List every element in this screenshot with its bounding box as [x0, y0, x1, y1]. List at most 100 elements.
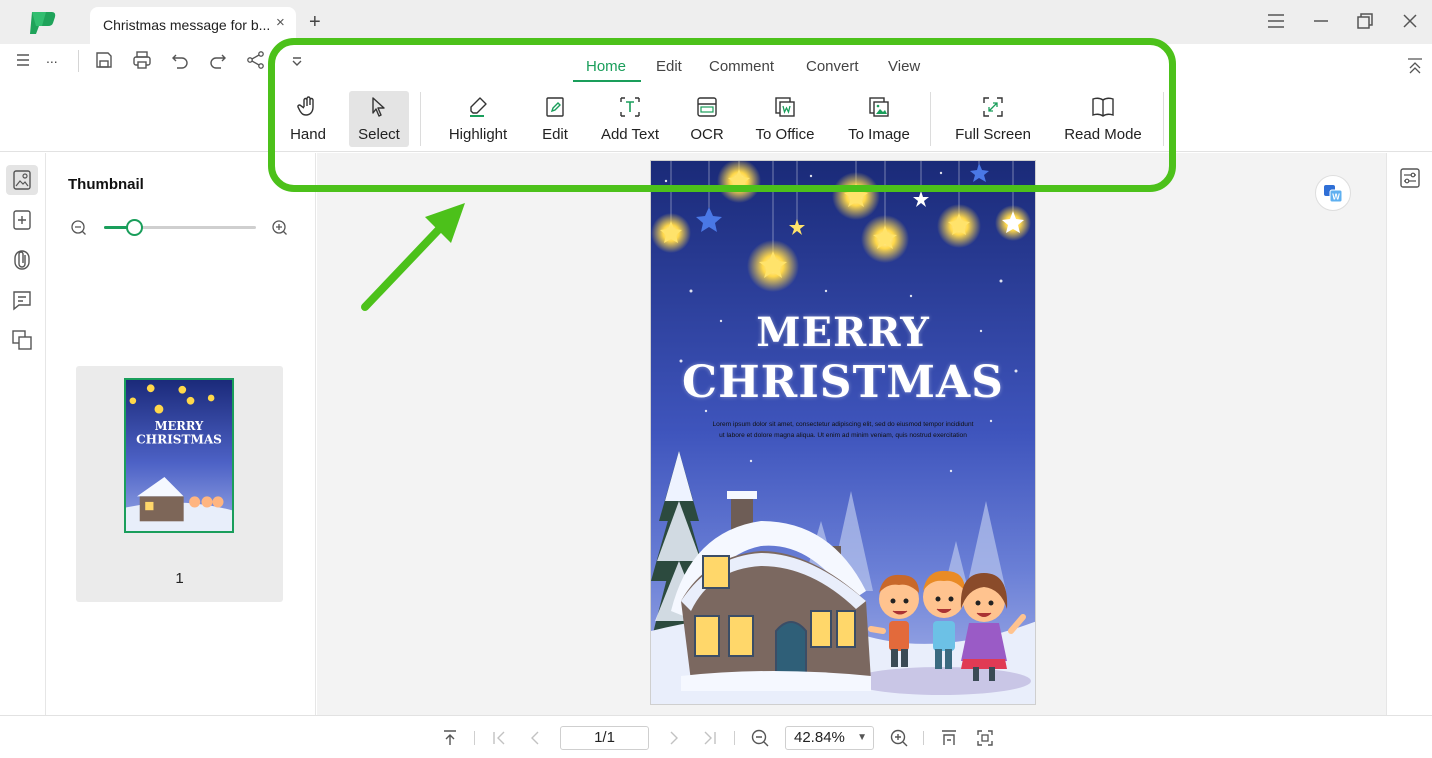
comment-icon[interactable] — [11, 289, 33, 311]
slider-handle[interactable] — [126, 219, 143, 236]
redo-icon[interactable] — [208, 50, 228, 70]
page-body-text: Lorem ipsum dolor sit amet, consectetur … — [712, 421, 974, 439]
tab-view[interactable]: View — [888, 58, 920, 75]
previous-page-icon[interactable] — [525, 728, 545, 748]
hand-label: Hand — [290, 126, 326, 143]
merry-heading: MERRY — [756, 309, 930, 356]
active-tab-indicator — [573, 80, 641, 82]
scroll-to-top-icon[interactable] — [440, 728, 460, 748]
panel-title: Thumbnail — [68, 176, 144, 193]
first-page-icon[interactable] — [489, 728, 509, 748]
christmas-heading: CHRISTMAS — [682, 357, 1004, 408]
zoom-out-icon[interactable] — [70, 219, 88, 237]
bookmark-add-icon[interactable] — [11, 209, 33, 231]
left-sidebar-rail — [0, 153, 46, 715]
read-mode-button[interactable]: Read Mode — [1056, 91, 1150, 147]
fit-width-icon[interactable] — [939, 728, 959, 748]
app-logo-icon — [30, 12, 56, 34]
to-image-label: To Image — [848, 126, 910, 143]
document-tab[interactable]: Christmas message for b... × — [90, 7, 296, 44]
document-viewport[interactable]: MERRY CHRISTMAS Lorem ipsum dolor sit am… — [317, 153, 1386, 715]
to-office-label: To Office — [755, 126, 815, 143]
full-screen-icon — [983, 97, 1003, 117]
chevron-down-icon: ▼ — [857, 732, 867, 743]
pdf-page[interactable]: MERRY CHRISTMAS Lorem ipsum dolor sit am… — [650, 160, 1036, 705]
hand-tool-button[interactable]: Hand — [280, 91, 336, 147]
close-window-icon[interactable] — [1399, 10, 1421, 32]
edit-label: Edit — [542, 126, 568, 143]
hand-icon — [297, 96, 314, 116]
svg-text:MERRY: MERRY — [155, 419, 204, 433]
tab-edit[interactable]: Edit — [656, 58, 682, 75]
attachment-icon[interactable] — [11, 249, 33, 271]
select-label: Select — [358, 126, 400, 143]
ribbon-toolbar: ... Home Edit Comment Convert View Hand … — [0, 44, 1432, 152]
to-office-button[interactable]: To Office — [748, 91, 822, 147]
restore-icon[interactable] — [1354, 10, 1376, 32]
tab-comment[interactable]: Comment — [709, 58, 774, 75]
highlight-label: Highlight — [448, 126, 508, 143]
fit-page-icon[interactable] — [975, 728, 995, 748]
divider — [474, 731, 475, 745]
share-icon[interactable] — [246, 50, 266, 70]
to-image-icon — [869, 97, 889, 117]
customize-toolbar-icon[interactable] — [287, 50, 307, 70]
next-page-icon[interactable] — [664, 728, 684, 748]
full-screen-label: Full Screen — [955, 126, 1031, 143]
tab-convert[interactable]: Convert — [806, 58, 859, 75]
highlight-button[interactable]: Highlight — [440, 91, 516, 147]
ocr-button[interactable]: OCR — [682, 91, 732, 147]
ocr-icon — [697, 97, 717, 117]
divider — [923, 731, 924, 745]
page-number-input[interactable]: 1/1 — [560, 726, 649, 750]
print-icon[interactable] — [132, 50, 152, 70]
divider — [78, 50, 79, 72]
svg-text:W: W — [1332, 193, 1340, 202]
menu-icon[interactable] — [1265, 10, 1287, 32]
properties-icon[interactable] — [1399, 167, 1421, 189]
last-page-icon[interactable] — [700, 728, 720, 748]
ocr-label: OCR — [690, 126, 724, 143]
highlighter-icon — [470, 97, 487, 117]
tab-title: Christmas message for b... — [103, 17, 271, 33]
add-text-button[interactable]: Add Text — [594, 91, 666, 147]
svg-text:CHRISTMAS: CHRISTMAS — [136, 433, 222, 447]
save-icon[interactable] — [94, 50, 114, 70]
minimize-icon[interactable] — [1310, 10, 1332, 32]
read-mode-label: Read Mode — [1064, 126, 1142, 143]
divider — [734, 731, 735, 745]
page-number-label: 1 — [175, 570, 184, 587]
thumbnail-image: MERRY CHRISTMAS — [124, 378, 234, 533]
new-tab-button[interactable]: + — [309, 10, 321, 34]
zoom-in-icon[interactable] — [271, 219, 289, 237]
add-text-label: Add Text — [600, 126, 660, 143]
tab-home[interactable]: Home — [586, 58, 626, 75]
file-menu-button[interactable]: ... — [46, 50, 58, 66]
menu-icon[interactable] — [14, 50, 34, 70]
to-image-button[interactable]: To Image — [840, 91, 918, 147]
cursor-icon — [372, 97, 385, 117]
full-screen-button[interactable]: Full Screen — [950, 91, 1036, 147]
title-bar: Christmas message for b... × + — [0, 0, 1432, 44]
layers-icon[interactable] — [11, 329, 33, 351]
thumbnail-panel: Thumbnail MERRY CHRISTMAS 1 — [46, 153, 316, 715]
select-tool-button[interactable]: Select — [349, 91, 409, 147]
status-bar: 1/1 42.84% ▼ — [0, 715, 1432, 758]
collapse-ribbon-icon[interactable] — [1405, 56, 1425, 76]
undo-icon[interactable] — [170, 50, 190, 70]
translate-icon: W — [1324, 185, 1343, 203]
book-icon — [1092, 97, 1114, 117]
thumbnail-icon[interactable] — [11, 169, 33, 191]
to-office-icon — [775, 97, 795, 117]
tab-close-icon[interactable]: × — [276, 14, 285, 31]
zoom-in-icon[interactable] — [889, 728, 909, 748]
zoom-level-select[interactable]: 42.84% ▼ — [785, 726, 874, 750]
translate-button[interactable]: W — [1315, 175, 1351, 211]
add-text-icon — [620, 97, 640, 117]
divider — [930, 92, 931, 146]
page-thumbnail[interactable]: MERRY CHRISTMAS 1 — [76, 366, 283, 602]
zoom-out-icon[interactable] — [750, 728, 770, 748]
divider — [1163, 92, 1164, 146]
edit-button[interactable]: Edit — [530, 91, 580, 147]
divider — [420, 92, 421, 146]
